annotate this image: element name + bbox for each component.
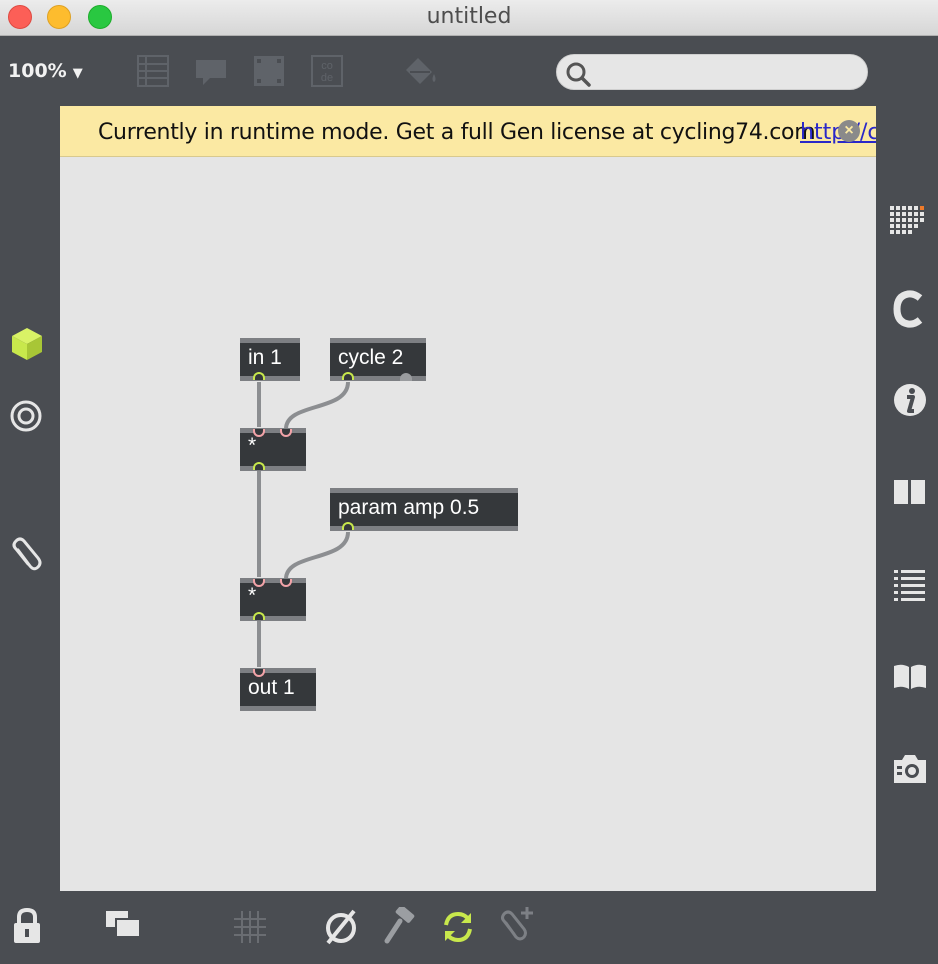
code-icon[interactable]: co de: [310, 54, 344, 88]
svg-text:co: co: [321, 60, 333, 72]
gen-object-out1[interactable]: out 1: [240, 668, 316, 711]
patch-cord[interactable]: [284, 381, 350, 430]
window-title: untitled: [426, 4, 512, 29]
gen-object-in1[interactable]: in 1: [240, 338, 300, 381]
svg-text:de: de: [321, 72, 333, 84]
app-window: untitled 100% ▼ co de Currently in runti…: [0, 0, 938, 964]
c-icon[interactable]: [892, 290, 928, 328]
list-icon[interactable]: [892, 566, 928, 602]
toolbar: 100% ▼ co de: [0, 36, 938, 106]
paperclip-add-icon[interactable]: [496, 905, 536, 949]
gen-object-multiply[interactable]: *: [240, 578, 306, 621]
target-icon[interactable]: [9, 399, 43, 433]
runtime-mode-banner: Currently in runtime mode. Get a full Ge…: [60, 106, 876, 157]
right-sidebar: [876, 106, 938, 891]
zoom-dropdown[interactable]: 100% ▼: [8, 60, 83, 82]
inlet[interactable]: [253, 579, 265, 587]
close-banner-icon[interactable]: ×: [838, 120, 860, 142]
object-label: *: [248, 584, 257, 607]
outlet[interactable]: [253, 612, 265, 620]
comment-icon[interactable]: [194, 54, 228, 88]
object-label: *: [248, 434, 257, 457]
gen-object-param[interactable]: param amp 0.5: [330, 488, 518, 531]
inlet[interactable]: [280, 579, 292, 587]
inlet[interactable]: [280, 429, 292, 437]
gen-object-multiply[interactable]: *: [240, 428, 306, 471]
outlet[interactable]: [400, 373, 412, 381]
gen-cube-icon[interactable]: [10, 326, 44, 362]
outlet[interactable]: [253, 462, 265, 470]
paperclip-icon[interactable]: [8, 536, 44, 576]
lock-icon[interactable]: [12, 907, 42, 945]
columns-icon[interactable]: [892, 478, 928, 508]
inlet[interactable]: [253, 429, 265, 437]
search-field[interactable]: [556, 54, 868, 90]
frame-icon[interactable]: [252, 54, 286, 88]
patch-cord[interactable]: [284, 531, 350, 580]
patcher-canvas[interactable]: in 1 cycle 2 * param amp 0.5 * out 1: [60, 157, 876, 891]
outlet[interactable]: [342, 522, 354, 530]
search-icon: [566, 62, 591, 87]
grid-snap-icon[interactable]: [232, 909, 268, 945]
paint-bucket-icon[interactable]: [400, 54, 440, 88]
object-label: param amp 0.5: [338, 496, 480, 519]
bottom-toolbar: [0, 891, 938, 964]
info-icon[interactable]: [892, 382, 928, 418]
book-icon[interactable]: [892, 662, 928, 692]
object-label: in 1: [248, 346, 282, 369]
gen-object-cycle[interactable]: cycle 2: [330, 338, 426, 381]
mute-icon[interactable]: [322, 907, 360, 947]
chevron-down-icon: ▼: [72, 66, 83, 81]
refresh-icon[interactable]: [440, 909, 476, 945]
windows-icon[interactable]: [104, 909, 142, 941]
hammer-icon[interactable]: [382, 907, 418, 947]
search-input[interactable]: [597, 59, 857, 85]
object-label: cycle 2: [338, 346, 404, 369]
object-label: out 1: [248, 676, 295, 699]
left-sidebar: [0, 106, 60, 891]
title-bar: untitled: [0, 0, 938, 36]
outlet[interactable]: [342, 372, 354, 380]
presentation-icon[interactable]: [136, 54, 170, 88]
banner-message: Currently in runtime mode. Get a full Ge…: [98, 120, 816, 145]
outlet[interactable]: [253, 372, 265, 380]
zoom-value: 100%: [8, 60, 67, 82]
grid-icon[interactable]: [888, 202, 930, 242]
camera-icon[interactable]: [892, 752, 928, 786]
